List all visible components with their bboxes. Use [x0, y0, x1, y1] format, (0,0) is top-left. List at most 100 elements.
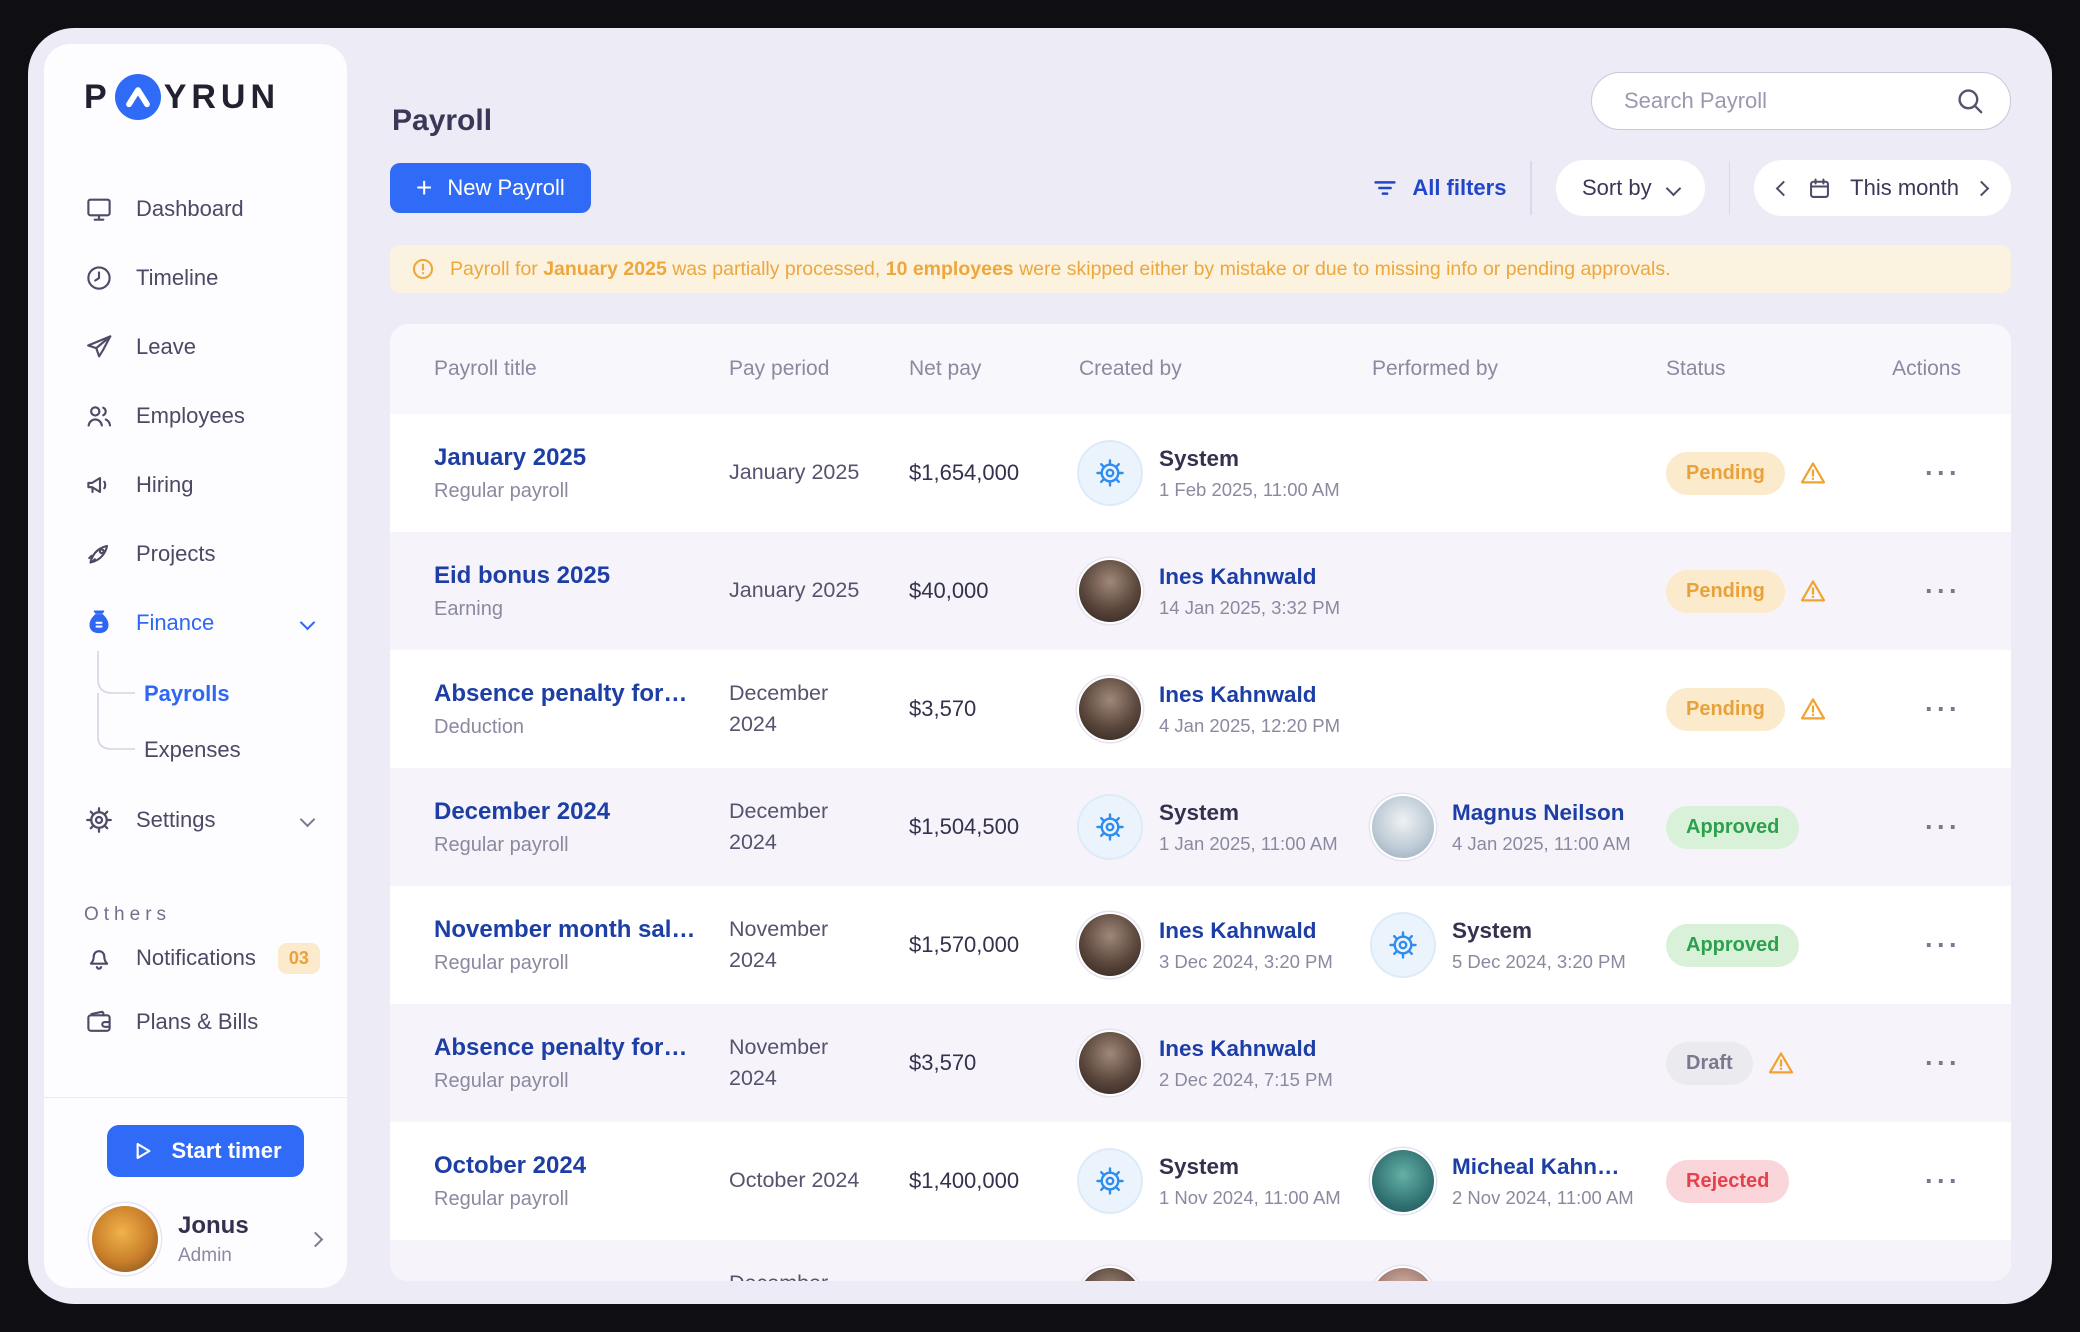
brand-letter-p: P	[84, 78, 112, 117]
table-row[interactable]: Eid bonus 2024 December 2024 Ines Kahnwa…	[390, 1240, 2011, 1281]
chevron-down-icon	[300, 615, 316, 631]
sidebar-item-hiring[interactable]: Hiring	[44, 450, 347, 519]
avatar	[1372, 1150, 1434, 1212]
notification-count-badge: 03	[278, 943, 320, 974]
table-row[interactable]: November month sal… Regular payroll Nove…	[390, 886, 2011, 1004]
net-pay: $3,570	[909, 1050, 1079, 1076]
performer-name[interactable]: Micheal Kahn…	[1452, 1154, 1634, 1180]
row-actions-menu[interactable]: ···	[1925, 694, 1961, 724]
warning-triangle-icon	[1767, 1049, 1795, 1077]
chevron-down-icon	[300, 812, 316, 828]
brand-rest: YRUN	[164, 78, 280, 117]
net-pay: $1,654,000	[909, 460, 1079, 486]
sidebar-item-leave[interactable]: Leave	[44, 312, 347, 381]
table-row[interactable]: Absence penalty for… Regular payroll Nov…	[390, 1004, 2011, 1122]
sidebar-item-expenses[interactable]: Expenses	[144, 737, 241, 763]
status-cell: Approved	[1666, 806, 1866, 849]
sidebar-item-projects[interactable]: Projects	[44, 519, 347, 588]
created-date: 3 Dec 2024, 3:20 PM	[1159, 951, 1333, 973]
pay-period: December 2024	[729, 796, 909, 858]
payroll-title-link[interactable]: Absence penalty for…	[434, 1034, 729, 1062]
profile-menu[interactable]: Jonus Admin	[92, 1206, 321, 1272]
performed-by: Martha Neil…	[1372, 1268, 1666, 1281]
sidebar-item-dashboard[interactable]: Dashboard	[44, 174, 347, 243]
payroll-title-link[interactable]: Eid bonus 2025	[434, 562, 729, 590]
sidebar-item-payrolls[interactable]: Payrolls	[144, 681, 230, 707]
avatar	[1372, 1268, 1434, 1281]
creator-name[interactable]: Ines Kahnwald	[1159, 918, 1333, 944]
row-actions-menu[interactable]: ···	[1925, 1166, 1961, 1196]
start-timer-button[interactable]: Start timer	[107, 1125, 304, 1177]
payroll-title-link[interactable]: January 2025	[434, 444, 729, 472]
performed-date: 4 Jan 2025, 11:00 AM	[1452, 833, 1631, 855]
search-input[interactable]	[1622, 87, 1954, 115]
payroll-subtitle: Regular payroll	[434, 480, 729, 503]
table-row[interactable]: Absence penalty for… Deduction December …	[390, 650, 2011, 768]
new-payroll-button[interactable]: + New Payroll	[390, 163, 591, 213]
row-actions-menu[interactable]: ···	[1925, 458, 1961, 488]
payroll-subtitle: Regular payroll	[434, 952, 729, 975]
avatar	[92, 1206, 158, 1272]
period-selector[interactable]: This month	[1754, 160, 2011, 216]
payroll-subtitle: Regular payroll	[434, 1188, 729, 1211]
status-cell: Draft	[1666, 1042, 1866, 1085]
search-bar[interactable]	[1591, 72, 2011, 130]
sidebar-item-label: Dashboard	[136, 196, 244, 222]
table-row[interactable]: January 2025 Regular payroll January 202…	[390, 414, 2011, 532]
sidebar-item-plans-bills[interactable]: Plans & Bills	[44, 990, 347, 1054]
all-filters-button[interactable]: All filters	[1371, 174, 1506, 202]
performer-name[interactable]: Magnus Neilson	[1452, 800, 1631, 826]
performed-by: Magnus Neilson 4 Jan 2025, 11:00 AM	[1372, 796, 1666, 858]
payroll-title-link[interactable]: Absence penalty for…	[434, 680, 729, 708]
creator-name[interactable]: Ines Kahnwald	[1159, 1036, 1333, 1062]
chevron-right-icon[interactable]	[1974, 180, 1990, 196]
status-badge: Pending	[1666, 452, 1785, 495]
row-actions-menu[interactable]: ···	[1925, 1048, 1961, 1078]
chevron-down-icon	[1665, 180, 1681, 196]
net-pay: $3,570	[909, 696, 1079, 722]
warning-triangle-icon	[1799, 577, 1827, 605]
rocket-icon	[84, 539, 114, 569]
sidebar-item-employees[interactable]: Employees	[44, 381, 347, 450]
sidebar-item-settings[interactable]: Settings	[44, 785, 347, 854]
payroll-subtitle: Regular payroll	[434, 834, 729, 857]
row-actions-menu[interactable]: ···	[1925, 576, 1961, 606]
sidebar-item-notifications[interactable]: Notifications 03	[44, 926, 347, 990]
payroll-title-link[interactable]: November month sal…	[434, 916, 729, 944]
plus-icon: +	[416, 174, 432, 202]
search-icon[interactable]	[1954, 85, 1986, 117]
created-date: 1 Nov 2024, 11:00 AM	[1159, 1187, 1341, 1209]
status-badge: Rejected	[1666, 1160, 1789, 1203]
column-header: Payroll title	[434, 357, 729, 381]
created-date: 14 Jan 2025, 3:32 PM	[1159, 597, 1340, 619]
row-actions-menu[interactable]: ···	[1925, 930, 1961, 960]
page-title: Payroll	[392, 104, 492, 138]
avatar	[1372, 796, 1434, 858]
status-cell: Approved	[1666, 924, 1866, 967]
table-row[interactable]: Eid bonus 2025 Earning January 2025 $40,…	[390, 532, 2011, 650]
sidebar-item-timeline[interactable]: Timeline	[44, 243, 347, 312]
payroll-title-link[interactable]: December 2024	[434, 798, 729, 826]
performed-date: 2 Nov 2024, 11:00 AM	[1452, 1187, 1634, 1209]
created-by: Ines Kahnwald	[1079, 1268, 1372, 1281]
clock-icon	[84, 263, 114, 293]
creator-name[interactable]: Ines Kahnwald	[1159, 564, 1340, 590]
created-by: System1 Nov 2024, 11:00 AM	[1079, 1150, 1372, 1212]
sort-by-dropdown[interactable]: Sort by	[1556, 160, 1705, 216]
row-actions-menu[interactable]: ···	[1925, 812, 1961, 842]
chevron-left-icon[interactable]	[1776, 180, 1792, 196]
sidebar-item-finance[interactable]: Finance	[44, 588, 347, 657]
payroll-title-link[interactable]: October 2024	[434, 1152, 729, 1180]
table-row[interactable]: October 2024 Regular payroll October 202…	[390, 1122, 2011, 1240]
avatar	[1079, 560, 1141, 622]
net-pay: $1,570,000	[909, 932, 1079, 958]
gear-icon	[84, 805, 114, 835]
pay-period: January 2025	[729, 575, 909, 606]
net-pay: $1,400,000	[909, 1168, 1079, 1194]
warning-triangle-icon	[1799, 695, 1827, 723]
table-row[interactable]: December 2024 Regular payroll December 2…	[390, 768, 2011, 886]
performer-name: System	[1452, 918, 1626, 944]
creator-name[interactable]: Ines Kahnwald	[1159, 682, 1340, 708]
status-badge: Draft	[1666, 1042, 1753, 1085]
pay-period: November 2024	[729, 1032, 909, 1094]
